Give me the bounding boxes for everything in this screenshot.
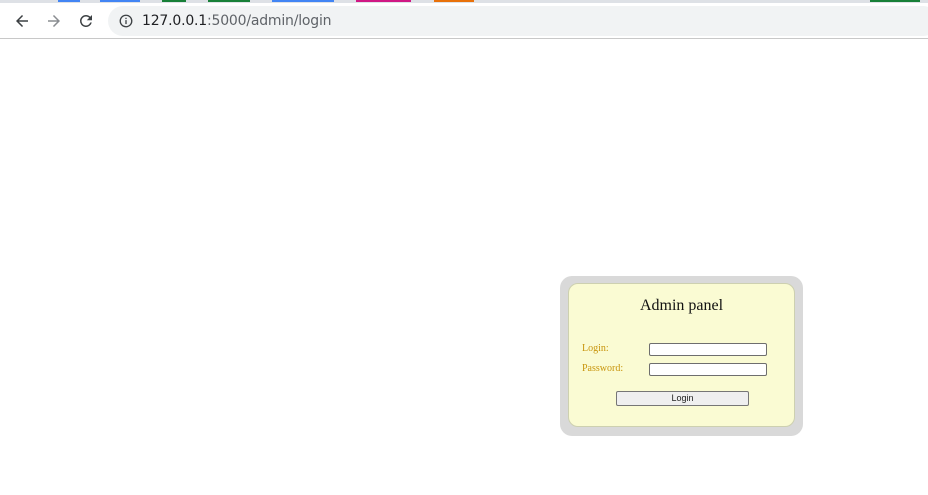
login-label: Login: <box>582 343 609 354</box>
tab-color-marker[interactable] <box>356 0 411 2</box>
tab-color-marker[interactable] <box>58 0 80 2</box>
browser-toolbar: 127.0.0.1:5000/admin/login <box>0 3 928 39</box>
url-path: :5000/admin/login <box>207 13 332 29</box>
reload-icon <box>79 14 92 27</box>
forward-button[interactable] <box>40 7 68 35</box>
tab-color-marker[interactable] <box>272 0 334 2</box>
panel-title: Admin panel <box>639 297 724 314</box>
password-label: Password: <box>582 363 624 374</box>
login-button[interactable]: Login <box>616 391 749 406</box>
password-input[interactable] <box>649 363 767 376</box>
tab-color-marker[interactable] <box>434 0 474 2</box>
tab-color-marker[interactable] <box>870 0 920 2</box>
login-input[interactable] <box>649 343 767 356</box>
tab-color-marker[interactable] <box>100 0 140 2</box>
login-panel-frame: Admin panel Login: Password: Login <box>560 276 803 436</box>
url-text[interactable]: 127.0.0.1:5000/admin/login <box>142 6 332 36</box>
arrow-left-icon <box>16 15 28 27</box>
url-host: 127.0.0.1 <box>142 13 207 29</box>
address-bar[interactable]: 127.0.0.1:5000/admin/login <box>108 6 928 36</box>
info-icon[interactable] <box>119 14 133 28</box>
tab-color-marker[interactable] <box>162 0 186 2</box>
arrow-right-icon <box>48 15 60 27</box>
back-button[interactable] <box>8 7 36 35</box>
tab-color-marker[interactable] <box>208 0 250 2</box>
login-panel: Admin panel Login: Password: Login <box>568 283 795 427</box>
reload-button[interactable] <box>72 7 100 35</box>
